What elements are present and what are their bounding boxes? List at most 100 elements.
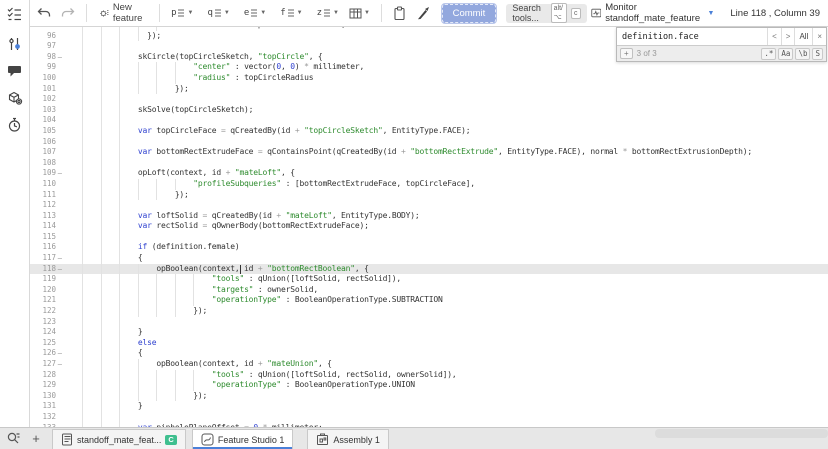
insert-menu-p[interactable]: p▼: [168, 2, 196, 24]
fold-marker[interactable]: –: [56, 359, 62, 370]
code-line[interactable]: 110 "profileSubqueries" : [bottomRectExt…: [30, 179, 828, 190]
line-number: 118–: [30, 264, 62, 275]
new-feature-label: New feature: [113, 2, 148, 24]
code-line[interactable]: 99 "center" : vector(0, 0) * millimeter,: [30, 62, 828, 73]
line-number: 114: [30, 221, 62, 232]
code-line[interactable]: 103 skSolve(topCircleSketch);: [30, 105, 828, 116]
code-line[interactable]: 127– opBoolean(context, id + "mateUnion"…: [30, 359, 828, 370]
find-close-button[interactable]: ×: [812, 28, 826, 45]
code-line[interactable]: 101 });: [30, 84, 828, 95]
code-line[interactable]: 112: [30, 200, 828, 211]
line-number: 98–: [30, 52, 62, 63]
code-line[interactable]: 131 }: [30, 401, 828, 412]
code-line[interactable]: 114 var rectSolid = qOwnerBody(bottomRec…: [30, 221, 828, 232]
code-line[interactable]: 121 "operationType" : BooleanOperationTy…: [30, 295, 828, 306]
line-number: 106: [30, 137, 62, 148]
code-line[interactable]: 124 }: [30, 327, 828, 338]
code-text: "profileSubqueries" : [bottomRectExtrude…: [62, 179, 475, 190]
versions-icon[interactable]: [4, 87, 26, 109]
new-feature-button[interactable]: New feature: [95, 2, 152, 24]
code-line[interactable]: 104: [30, 115, 828, 126]
code-text: skSolve(topCircleSketch);: [62, 105, 253, 116]
code-text: skCircle(topCircleSketch, "topCircle", {: [62, 52, 323, 63]
fold-marker[interactable]: –: [56, 52, 62, 63]
code-line[interactable]: 102: [30, 94, 828, 105]
fold-marker[interactable]: –: [56, 168, 62, 179]
code-line[interactable]: 129 "operationType" : BooleanOperationTy…: [30, 380, 828, 391]
regex-toggle[interactable]: .*: [761, 48, 776, 60]
insert-menu-e[interactable]: e▼: [241, 2, 269, 24]
code-line[interactable]: 105 var topCircleFace = qCreatedBy(id + …: [30, 126, 828, 137]
code-line[interactable]: 107 var bottomRectExtrudeFace = qContain…: [30, 147, 828, 158]
code-line[interactable]: 122 });: [30, 306, 828, 317]
fold-marker[interactable]: –: [56, 253, 62, 264]
code-line[interactable]: 125 else: [30, 338, 828, 349]
code-line[interactable]: 109– opLoft(context, id + "mateLoft", {: [30, 168, 828, 179]
document-tabs-bar: + standoff_mate_feat... C Feature Studio…: [0, 427, 828, 449]
search-tools-input[interactable]: Search tools... alt/⌥ c: [506, 4, 586, 23]
code-line[interactable]: 130 });: [30, 391, 828, 402]
code-line[interactable]: 123: [30, 317, 828, 328]
tab-feature-studio-1[interactable]: Feature Studio 1: [192, 429, 294, 449]
code-text: "targets" : ownerSolid,: [62, 285, 318, 296]
line-number: 122: [30, 306, 62, 317]
code-text: });: [62, 391, 207, 402]
filters-icon[interactable]: [4, 33, 26, 55]
code-text: "center" : vector(0, 0) * millimeter,: [62, 62, 364, 73]
chevron-down-icon: ▼: [707, 10, 714, 17]
toolbar-separator: [381, 4, 382, 22]
find-add-button[interactable]: +: [620, 48, 633, 59]
tabbar-scrollbar[interactable]: [655, 429, 828, 438]
search-tabs-icon[interactable]: [0, 428, 26, 449]
code-line[interactable]: 106: [30, 137, 828, 148]
insert-menu-f[interactable]: f▼: [277, 2, 305, 24]
list-icon: [214, 8, 222, 18]
code-text: });: [62, 84, 189, 95]
code-line[interactable]: 117– {: [30, 253, 828, 264]
selection-toggle[interactable]: S: [812, 48, 823, 60]
left-sidebar: [0, 0, 30, 427]
commit-button[interactable]: Commit: [442, 4, 497, 23]
chevron-down-icon: ▼: [260, 10, 266, 16]
find-all-button[interactable]: All: [794, 28, 812, 45]
line-number: 111: [30, 190, 62, 201]
code-line[interactable]: 118– opBoolean(context, id + "bottomRect…: [30, 264, 828, 275]
tab-assembly-1[interactable]: Assembly 1: [307, 429, 389, 449]
history-icon[interactable]: [4, 114, 26, 136]
monitor-dropdown[interactable]: Monitor standoff_mate_feature ▼: [591, 2, 715, 24]
code-line[interactable]: 132: [30, 412, 828, 423]
line-number: 105: [30, 126, 62, 137]
tab-standoff-mate-feature[interactable]: standoff_mate_feat... C: [52, 429, 186, 449]
insert-menu-q[interactable]: q▼: [204, 2, 232, 24]
format-brush-button[interactable]: [414, 2, 434, 24]
code-line[interactable]: 119 "tools" : qUnion([loftSolid, rectSol…: [30, 274, 828, 285]
code-line[interactable]: 108: [30, 158, 828, 169]
code-line[interactable]: 120 "targets" : ownerSolid,: [30, 285, 828, 296]
code-line[interactable]: 111 });: [30, 190, 828, 201]
undo-button[interactable]: [34, 2, 54, 24]
word-boundary-toggle[interactable]: \b: [795, 48, 810, 60]
code-line[interactable]: 128 "tools" : qUnion([loftSolid, rectSol…: [30, 370, 828, 381]
code-line[interactable]: 100 "radius" : topCircleRadius: [30, 73, 828, 84]
redo-button[interactable]: [58, 2, 78, 24]
code-text: [62, 41, 138, 52]
find-next-button[interactable]: >: [781, 28, 795, 45]
code-editor[interactable]: 95 "sketchPlane" : topCircleSketchPlane,…: [30, 27, 828, 427]
find-prev-button[interactable]: <: [767, 28, 781, 45]
comments-icon[interactable]: [4, 60, 26, 82]
code-line[interactable]: 113 var loftSolid = qCreatedBy(id + "mat…: [30, 211, 828, 222]
table-menu-button[interactable]: ▼: [346, 2, 373, 24]
add-tab-button[interactable]: +: [26, 428, 46, 449]
feature-list-icon[interactable]: [4, 3, 26, 25]
code-line[interactable]: 126– {: [30, 348, 828, 359]
find-match-count: 3 of 3: [637, 49, 657, 58]
line-number: 130: [30, 391, 62, 402]
fold-marker[interactable]: –: [56, 348, 62, 359]
code-line[interactable]: 115: [30, 232, 828, 243]
paste-button[interactable]: [390, 2, 410, 24]
code-line[interactable]: 116 if (definition.female): [30, 242, 828, 253]
insert-menu-z[interactable]: z▼: [314, 2, 342, 24]
fold-marker[interactable]: –: [56, 264, 62, 275]
find-input[interactable]: definition.face: [617, 28, 767, 45]
case-sensitive-toggle[interactable]: Aa: [778, 48, 793, 60]
